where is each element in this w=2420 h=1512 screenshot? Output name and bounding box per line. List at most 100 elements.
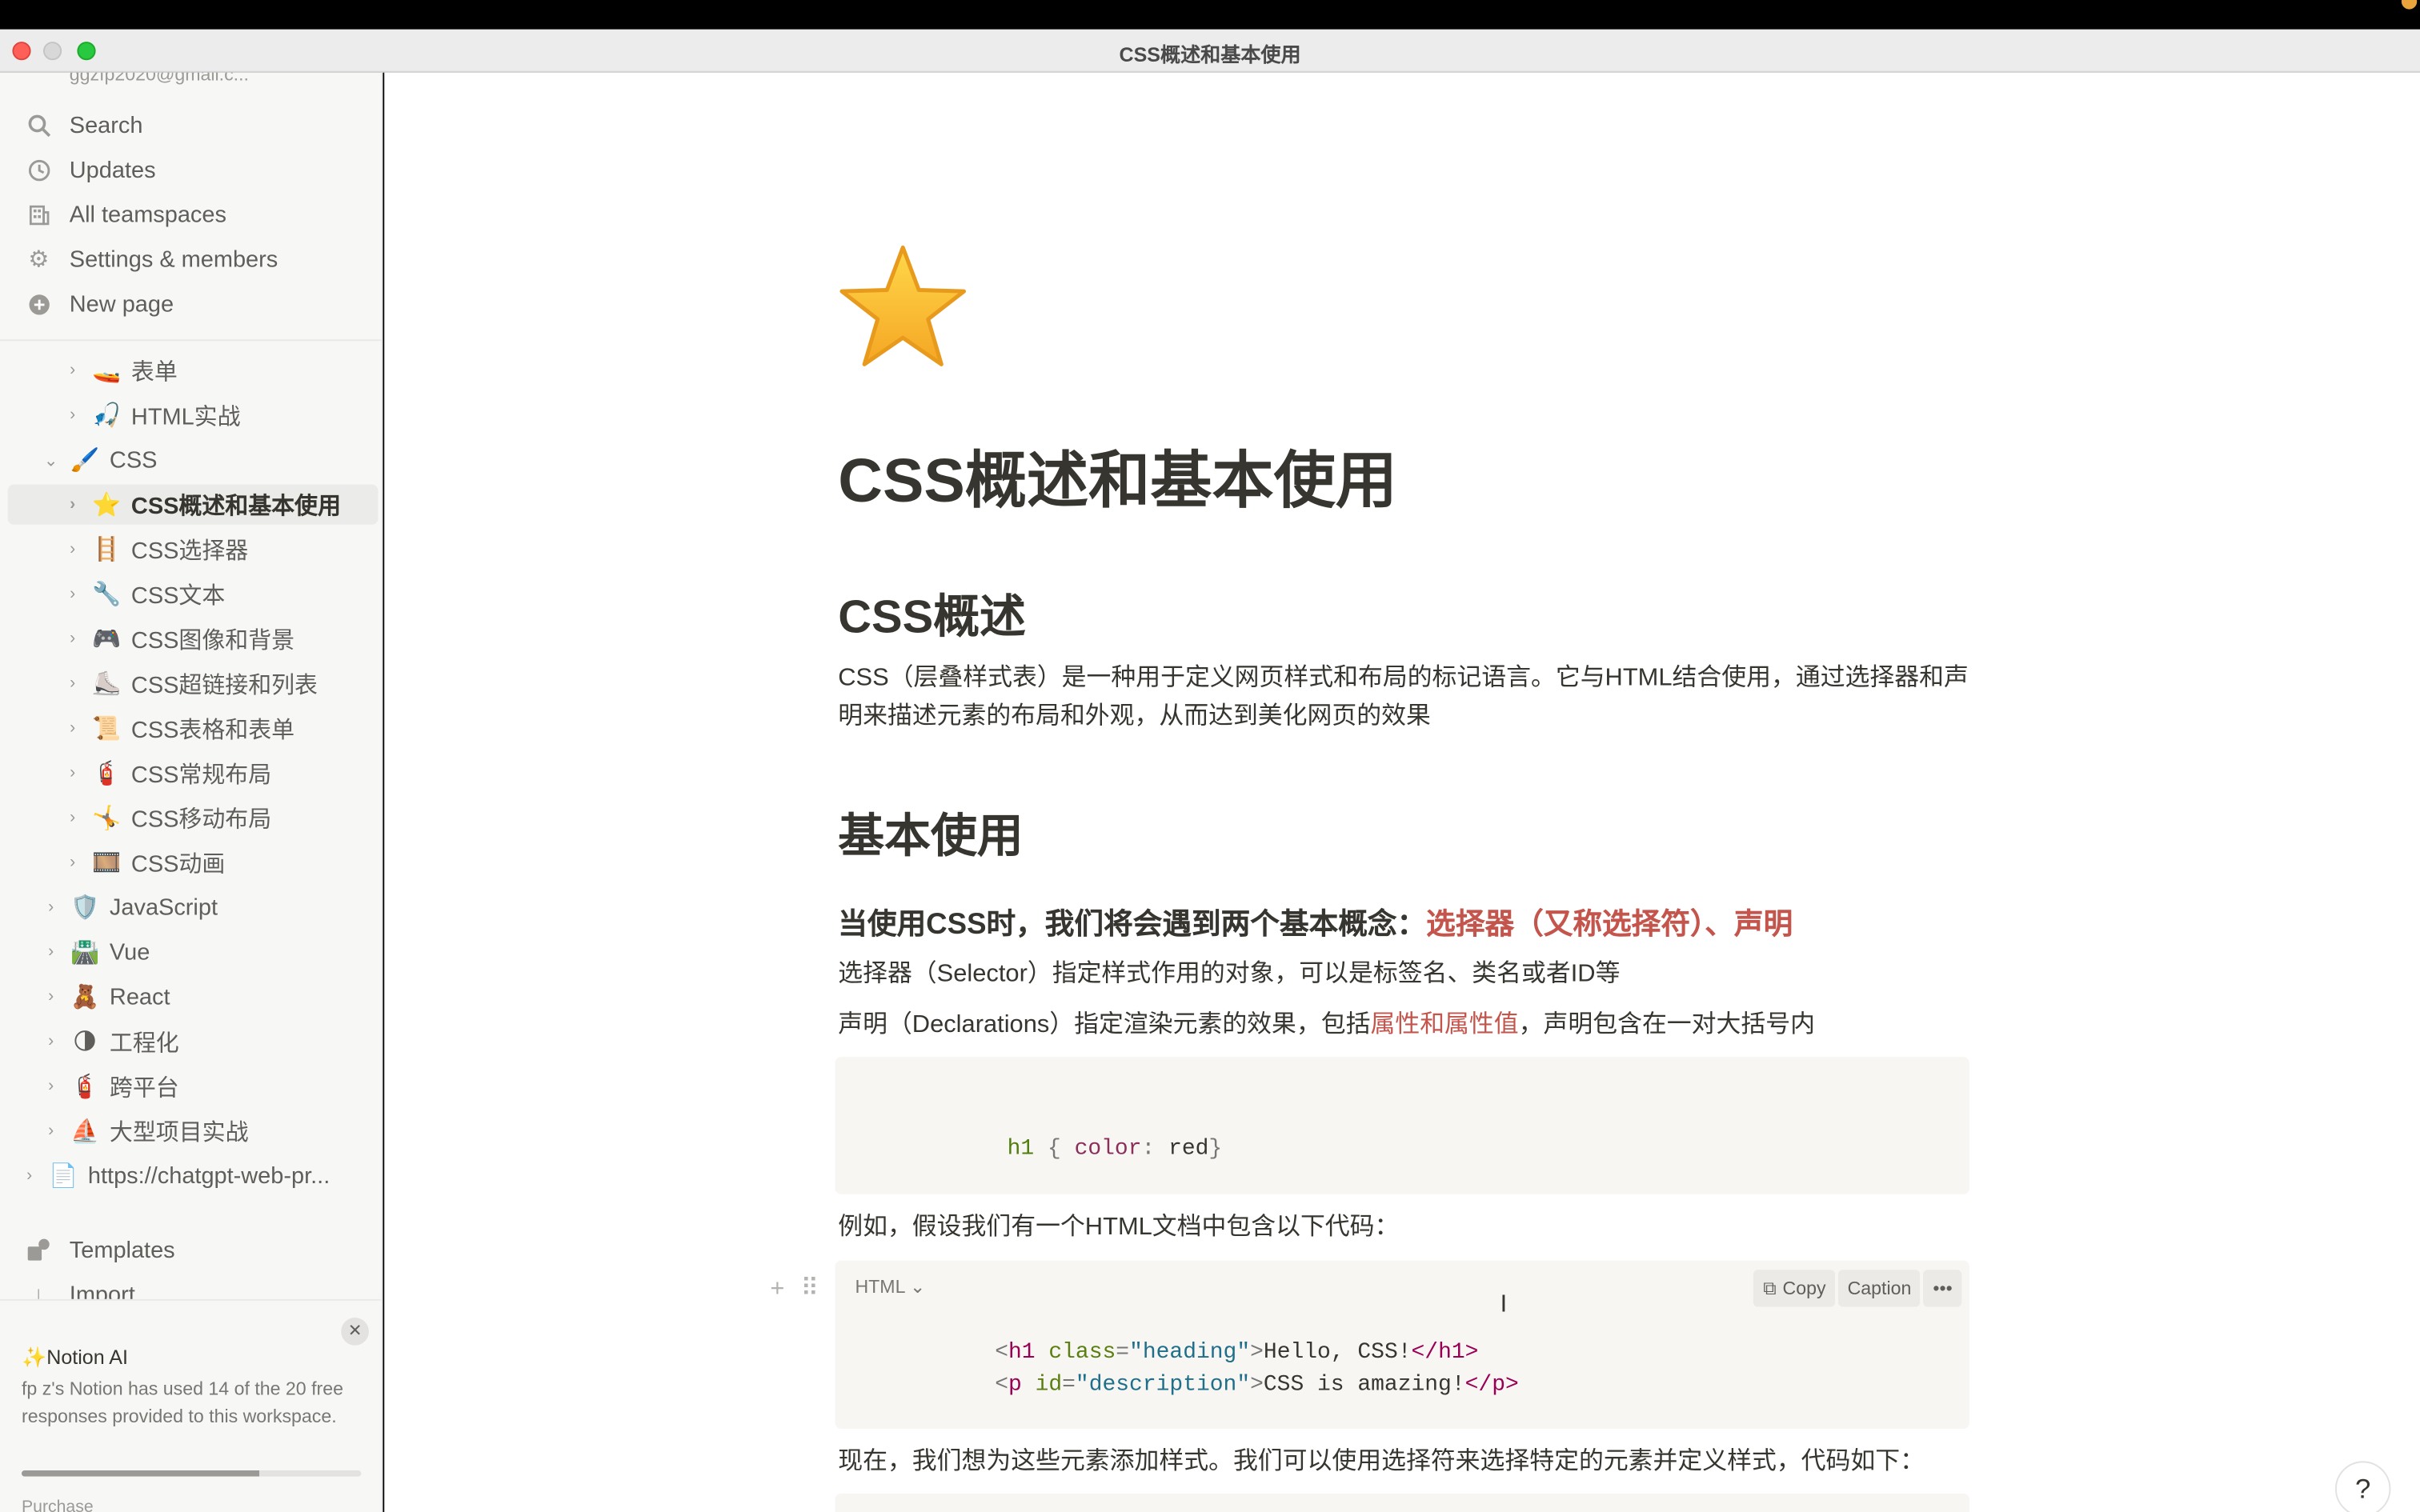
notion-ai-panel: ✕ ✨Notion AI fp z's Notion has used 14 o… <box>0 1298 382 1512</box>
add-block-icon[interactable]: + <box>770 1276 784 1302</box>
chevron-right-icon[interactable]: › <box>20 1166 38 1185</box>
tree-item-engineering[interactable]: › 🌗 工程化 <box>42 1022 179 1062</box>
purchase-link[interactable]: Purchase <box>22 1498 94 1512</box>
language-selector[interactable]: HTML ⌄ <box>855 1276 925 1298</box>
tree-item-react[interactable]: › 🧸 React <box>42 977 170 1017</box>
chevron-right-icon[interactable]: › <box>42 942 60 961</box>
chevron-right-icon[interactable]: › <box>63 361 82 379</box>
skate-icon: ⛸️ <box>92 670 122 698</box>
moon-icon: 🌗 <box>72 1029 98 1056</box>
tree-item-label: CSS表格和表单 <box>130 716 295 743</box>
chevron-right-icon[interactable]: › <box>63 630 82 648</box>
chevron-right-icon[interactable]: › <box>42 898 60 916</box>
chevron-right-icon[interactable]: › <box>63 495 82 514</box>
tree-item-css-images[interactable]: › 🎮 CSS图像和背景 <box>63 618 294 658</box>
copy-icon: ⧉ <box>1763 1276 1777 1298</box>
sidebar-settings[interactable]: ⚙ Settings & members <box>10 239 377 279</box>
tree-item-css-tables[interactable]: › 📜 CSS表格和表单 <box>63 708 294 748</box>
templates-icon <box>25 1236 53 1264</box>
code-block-css-next[interactable] <box>835 1493 1969 1512</box>
page-title[interactable]: CSS概述和基本使用 <box>838 430 1397 520</box>
block-handle[interactable]: + ⠿ <box>770 1273 819 1304</box>
chevron-right-icon[interactable]: › <box>42 987 60 1006</box>
paragraph-selector[interactable]: 选择器（Selector）指定样式作用的对象，可以是标签名、类名或者ID等 <box>838 955 1973 994</box>
sidebar-templates-label: Templates <box>69 1236 175 1263</box>
sidebar-all-teamspaces-label: All teamspaces <box>69 201 226 228</box>
fishing-icon: 🎣 <box>92 402 122 430</box>
tree-item-css-mobile[interactable]: › 🤸 CSS移动布局 <box>63 798 271 838</box>
code-block-css[interactable]: h1 { color: red} <box>835 1057 1969 1194</box>
chevron-right-icon[interactable]: › <box>63 719 82 738</box>
tree-item-css[interactable]: ⌄ 🖌️ CSS <box>42 440 158 480</box>
close-icon[interactable]: ✕ <box>341 1318 369 1346</box>
account-email[interactable]: ggzfp2020@gmail.c... <box>70 73 249 85</box>
chevron-right-icon[interactable]: › <box>63 764 82 782</box>
chevron-right-icon[interactable]: › <box>63 585 82 603</box>
tree-item-cross-platform[interactable]: › 🧯 跨平台 <box>42 1066 179 1106</box>
tree-item-css-selectors[interactable]: › 🪜 CSS选择器 <box>63 530 248 570</box>
sidebar-new-page[interactable]: New page <box>10 284 377 324</box>
clock-icon <box>25 156 53 184</box>
brush-icon: 🖌️ <box>70 447 100 474</box>
chevron-right-icon[interactable]: › <box>63 406 82 424</box>
tree-item-css-animation[interactable]: › 🎞️ CSS动画 <box>63 842 225 882</box>
tree-item-javascript[interactable]: › 🛡️ JavaScript <box>42 887 218 927</box>
heading-basic-usage[interactable]: 基本使用 <box>838 798 1023 866</box>
shield-icon: 🛡️ <box>70 894 100 922</box>
chevron-right-icon[interactable]: › <box>63 809 82 827</box>
road-icon: 🛣️ <box>70 939 100 966</box>
tree-item-css-text[interactable]: › 🔧 CSS文本 <box>63 574 225 614</box>
tree-item-html-practice[interactable]: › 🎣 HTML实战 <box>63 395 240 435</box>
chevron-right-icon[interactable]: › <box>42 1077 60 1095</box>
tree-item-css-overview[interactable]: › ⭐ CSS概述和基本使用 <box>7 484 379 525</box>
tree-item-chatgpt-link[interactable]: › 📄 https://chatgpt-web-pr... <box>20 1156 330 1196</box>
chevron-right-icon[interactable]: › <box>63 854 82 872</box>
drag-handle-icon[interactable]: ⠿ <box>801 1276 819 1302</box>
caption-button[interactable]: Caption <box>1837 1270 1921 1307</box>
page-icon: 📄 <box>49 1163 78 1190</box>
sidebar-templates[interactable]: Templates <box>10 1230 377 1270</box>
notion-ai-usage-text: fp z's Notion has used 14 of the 20 free… <box>22 1378 343 1426</box>
chevron-right-icon[interactable]: › <box>63 540 82 558</box>
tree-item-label: Vue <box>109 938 150 966</box>
heading-css-overview[interactable]: CSS概述 <box>838 578 1026 646</box>
tree-item-label: CSS选择器 <box>130 538 249 564</box>
plus-circle-icon <box>25 290 53 318</box>
copy-button[interactable]: ⧉ Copy <box>1753 1270 1836 1307</box>
tree-item-css-links[interactable]: › ⛸️ CSS超链接和列表 <box>63 663 318 703</box>
paragraph-now[interactable]: 现在，我们想为这些元素添加样式。我们可以使用选择符来选择特定的元素并定义样式，代… <box>838 1442 1973 1481</box>
code-block-html[interactable]: HTML ⌄ ⧉ Copy Caption ••• <h1 class="head… <box>835 1260 1969 1429</box>
paragraph-example[interactable]: 例如，假设我们有一个HTML文档中包含以下代码： <box>838 1208 1973 1246</box>
star-icon[interactable] <box>836 242 969 375</box>
sidebar-search[interactable]: Search <box>10 105 377 145</box>
gymnast-icon: 🤸 <box>92 805 122 832</box>
status-dot-icon <box>2401 0 2418 10</box>
tree-item-forms[interactable]: › 🚤 表单 <box>63 350 178 390</box>
paragraph-css-intro[interactable]: CSS（层叠样式表）是一种用于定义网页样式和布局的标记语言。它与HTML结合使用… <box>838 659 1973 736</box>
more-options-button[interactable]: ••• <box>1923 1270 1962 1307</box>
wrench-icon: 🔧 <box>92 582 122 608</box>
sidebar-updates-label: Updates <box>69 156 156 183</box>
chevron-right-icon[interactable]: › <box>63 674 82 693</box>
chevron-down-icon[interactable]: ⌄ <box>42 450 60 470</box>
sidebar-new-page-label: New page <box>69 290 174 318</box>
tree-item-large-projects[interactable]: › ⛵ 大型项目实战 <box>42 1111 248 1151</box>
chevron-right-icon[interactable]: › <box>42 1032 60 1050</box>
sidebar-search-label: Search <box>69 111 143 138</box>
tree-item-vue[interactable]: › 🛣️ Vue <box>42 932 150 972</box>
tree-item-label: CSS超链接和列表 <box>130 671 318 698</box>
paragraph-declarations[interactable]: 声明（Declarations）指定渲染元素的效果，包括属性和属性值，声明包含在… <box>838 1006 1973 1044</box>
text-cursor-icon: I <box>1500 1291 1508 1318</box>
subheading-basic-concepts[interactable]: 当使用CSS时，我们将会遇到两个基本概念：选择器（又称选择符）、声明 <box>838 901 1793 942</box>
tree-item-label: 跨平台 <box>109 1074 179 1102</box>
sidebar-updates[interactable]: Updates <box>10 150 377 190</box>
chevron-right-icon[interactable]: › <box>42 1122 60 1140</box>
tree-item-css-layout[interactable]: › 🧯 CSS常规布局 <box>63 753 271 793</box>
help-button[interactable]: ? <box>2334 1461 2391 1512</box>
tree-item-label: 工程化 <box>109 1030 179 1057</box>
tree-item-label: 大型项目实战 <box>109 1119 249 1146</box>
film-icon: 🎞️ <box>92 850 122 877</box>
sparkle-icon: ✨ <box>22 1345 47 1369</box>
sidebar-all-teamspaces[interactable]: All teamspaces <box>10 194 377 234</box>
sidebar-settings-label: Settings & members <box>69 246 278 273</box>
